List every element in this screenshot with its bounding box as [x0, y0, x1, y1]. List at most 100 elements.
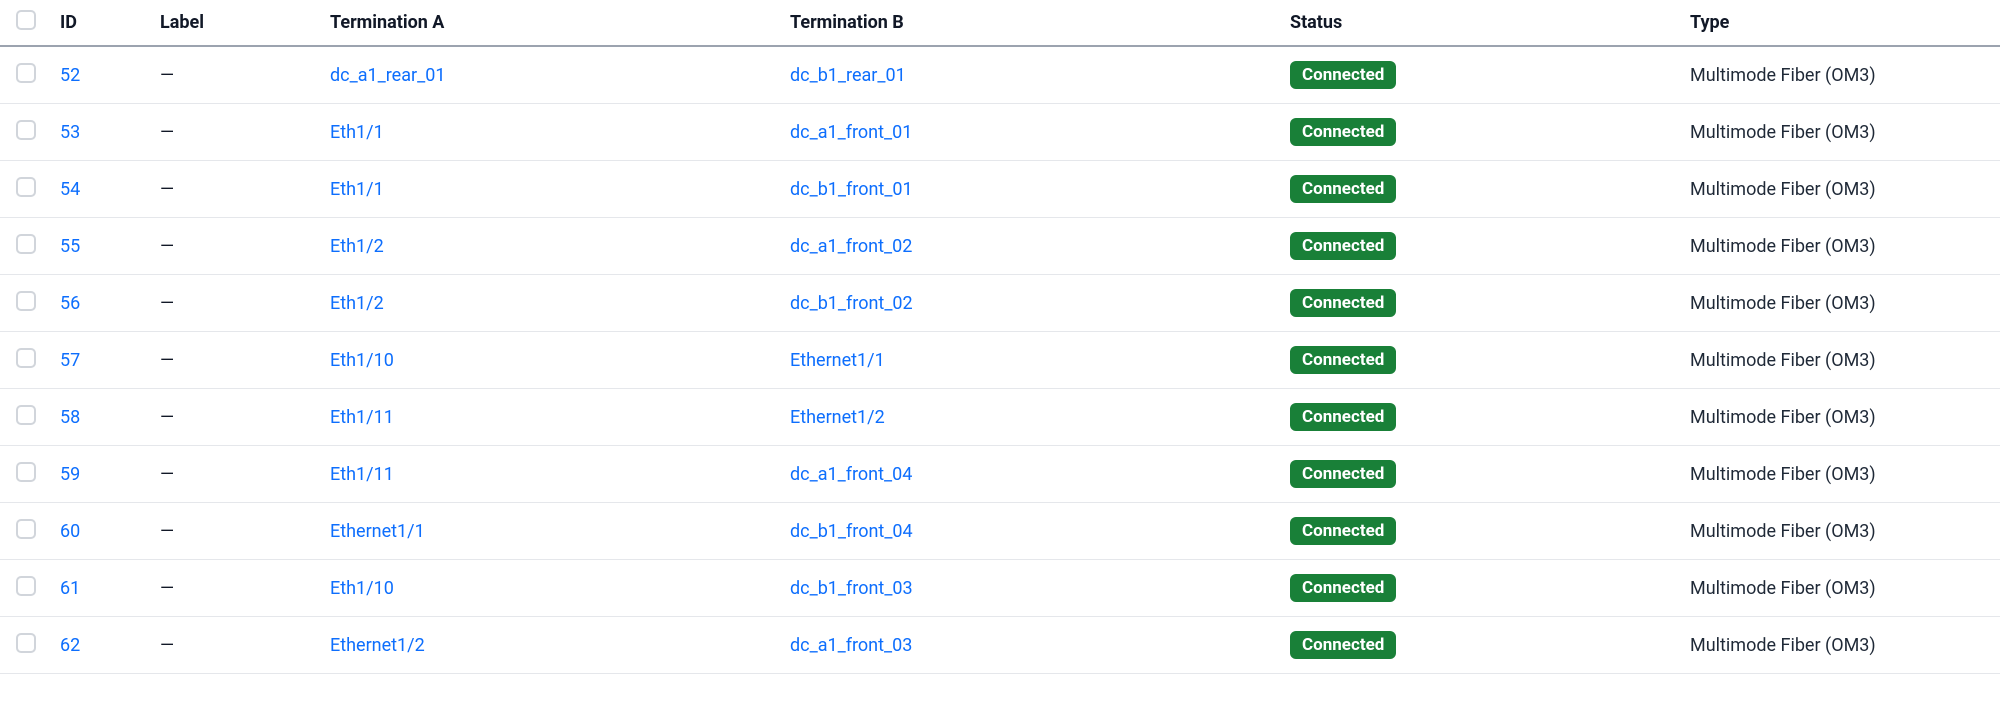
- row-id-link[interactable]: 52: [60, 65, 80, 86]
- row-id-cell: 58: [48, 389, 148, 446]
- status-badge: Connected: [1290, 346, 1396, 374]
- table-row: 57—Eth1/10Ethernet1/1ConnectedMultimode …: [0, 332, 2000, 389]
- row-checkbox-cell: [0, 503, 48, 560]
- row-termination-b-link[interactable]: Ethernet1/2: [790, 407, 885, 428]
- row-id-link[interactable]: 59: [60, 464, 80, 485]
- row-type-text: Multimode Fiber (OM3): [1690, 635, 1876, 656]
- row-label-cell: —: [148, 617, 318, 674]
- row-termination-b-link[interactable]: dc_a1_front_03: [790, 635, 912, 656]
- row-status-cell: Connected: [1278, 218, 1678, 275]
- row-termination-b-cell: dc_a1_front_04: [778, 446, 1278, 503]
- row-id-link[interactable]: 54: [60, 179, 80, 200]
- row-checkbox[interactable]: [16, 234, 36, 254]
- row-id-link[interactable]: 56: [60, 293, 80, 314]
- row-termination-a-link[interactable]: Eth1/2: [330, 236, 384, 257]
- row-id-link[interactable]: 57: [60, 350, 80, 371]
- row-termination-b-link[interactable]: dc_a1_front_02: [790, 236, 912, 257]
- row-termination-a-link[interactable]: Eth1/1: [330, 122, 384, 143]
- row-termination-a-link[interactable]: dc_a1_rear_01: [330, 65, 445, 86]
- row-type-text: Multimode Fiber (OM3): [1690, 65, 1876, 86]
- row-label-text: —: [160, 65, 174, 86]
- header-termination-a[interactable]: Termination A: [318, 0, 778, 46]
- row-id-link[interactable]: 60: [60, 521, 80, 542]
- row-termination-a-link[interactable]: Ethernet1/1: [330, 521, 425, 542]
- row-checkbox[interactable]: [16, 633, 36, 653]
- row-type-text: Multimode Fiber (OM3): [1690, 179, 1876, 200]
- row-checkbox-cell: [0, 161, 48, 218]
- row-checkbox[interactable]: [16, 462, 36, 482]
- status-badge: Connected: [1290, 517, 1396, 545]
- row-checkbox[interactable]: [16, 405, 36, 425]
- row-checkbox[interactable]: [16, 63, 36, 83]
- row-termination-b-link[interactable]: dc_a1_front_01: [790, 122, 912, 143]
- row-termination-b-link[interactable]: dc_b1_front_03: [790, 578, 913, 599]
- row-checkbox[interactable]: [16, 120, 36, 140]
- row-id-cell: 57: [48, 332, 148, 389]
- row-status-cell: Connected: [1278, 275, 1678, 332]
- row-label-text: —: [160, 293, 174, 314]
- table-row: 59—Eth1/11dc_a1_front_04ConnectedMultimo…: [0, 446, 2000, 503]
- row-id-cell: 52: [48, 46, 148, 104]
- cables-table: ID Label Termination A Termination B Sta…: [0, 0, 2000, 674]
- row-termination-a-link[interactable]: Eth1/1: [330, 179, 384, 200]
- row-termination-b-link[interactable]: dc_b1_rear_01: [790, 65, 906, 86]
- row-termination-a-cell: Eth1/2: [318, 275, 778, 332]
- row-termination-a-link[interactable]: Eth1/11: [330, 464, 394, 485]
- row-checkbox[interactable]: [16, 519, 36, 539]
- header-type[interactable]: Type: [1678, 0, 2000, 46]
- row-termination-a-link[interactable]: Eth1/2: [330, 293, 384, 314]
- row-termination-b-cell: dc_b1_front_01: [778, 161, 1278, 218]
- row-termination-b-link[interactable]: dc_b1_front_04: [790, 521, 913, 542]
- row-id-link[interactable]: 55: [60, 236, 80, 257]
- row-termination-b-cell: dc_a1_front_02: [778, 218, 1278, 275]
- row-type-cell: Multimode Fiber (OM3): [1678, 617, 2000, 674]
- row-checkbox[interactable]: [16, 348, 36, 368]
- row-checkbox[interactable]: [16, 177, 36, 197]
- row-status-cell: Connected: [1278, 503, 1678, 560]
- status-badge: Connected: [1290, 118, 1396, 146]
- row-termination-a-link[interactable]: Eth1/10: [330, 578, 394, 599]
- row-status-cell: Connected: [1278, 46, 1678, 104]
- header-checkbox-cell: [0, 0, 48, 46]
- header-id[interactable]: ID: [48, 0, 148, 46]
- status-badge: Connected: [1290, 574, 1396, 602]
- status-badge: Connected: [1290, 61, 1396, 89]
- row-checkbox[interactable]: [16, 291, 36, 311]
- row-type-text: Multimode Fiber (OM3): [1690, 464, 1876, 485]
- row-id-link[interactable]: 61: [60, 578, 80, 599]
- header-termination-b[interactable]: Termination B: [778, 0, 1278, 46]
- row-label-cell: —: [148, 389, 318, 446]
- row-termination-a-cell: Eth1/10: [318, 332, 778, 389]
- row-type-cell: Multimode Fiber (OM3): [1678, 332, 2000, 389]
- header-status[interactable]: Status: [1278, 0, 1678, 46]
- row-termination-a-link[interactable]: Eth1/10: [330, 350, 394, 371]
- row-status-cell: Connected: [1278, 446, 1678, 503]
- status-badge: Connected: [1290, 460, 1396, 488]
- row-type-cell: Multimode Fiber (OM3): [1678, 389, 2000, 446]
- row-label-cell: —: [148, 46, 318, 104]
- row-type-cell: Multimode Fiber (OM3): [1678, 46, 2000, 104]
- row-termination-b-cell: dc_b1_front_04: [778, 503, 1278, 560]
- row-id-link[interactable]: 53: [60, 122, 80, 143]
- row-termination-b-cell: dc_a1_front_03: [778, 617, 1278, 674]
- table-row: 53—Eth1/1dc_a1_front_01ConnectedMultimod…: [0, 104, 2000, 161]
- row-termination-b-link[interactable]: dc_a1_front_04: [790, 464, 912, 485]
- status-badge: Connected: [1290, 403, 1396, 431]
- row-checkbox[interactable]: [16, 576, 36, 596]
- select-all-checkbox[interactable]: [16, 10, 36, 30]
- table-row: 55—Eth1/2dc_a1_front_02ConnectedMultimod…: [0, 218, 2000, 275]
- row-id-cell: 59: [48, 446, 148, 503]
- row-type-text: Multimode Fiber (OM3): [1690, 122, 1876, 143]
- row-termination-a-link[interactable]: Eth1/11: [330, 407, 394, 428]
- row-status-cell: Connected: [1278, 617, 1678, 674]
- row-termination-b-link[interactable]: dc_b1_front_02: [790, 293, 913, 314]
- row-label-cell: —: [148, 503, 318, 560]
- row-type-cell: Multimode Fiber (OM3): [1678, 104, 2000, 161]
- row-termination-a-link[interactable]: Ethernet1/2: [330, 635, 425, 656]
- row-id-link[interactable]: 62: [60, 635, 80, 656]
- row-type-text: Multimode Fiber (OM3): [1690, 521, 1876, 542]
- header-label[interactable]: Label: [148, 0, 318, 46]
- row-id-link[interactable]: 58: [60, 407, 80, 428]
- row-termination-b-link[interactable]: Ethernet1/1: [790, 350, 885, 371]
- row-termination-b-link[interactable]: dc_b1_front_01: [790, 179, 913, 200]
